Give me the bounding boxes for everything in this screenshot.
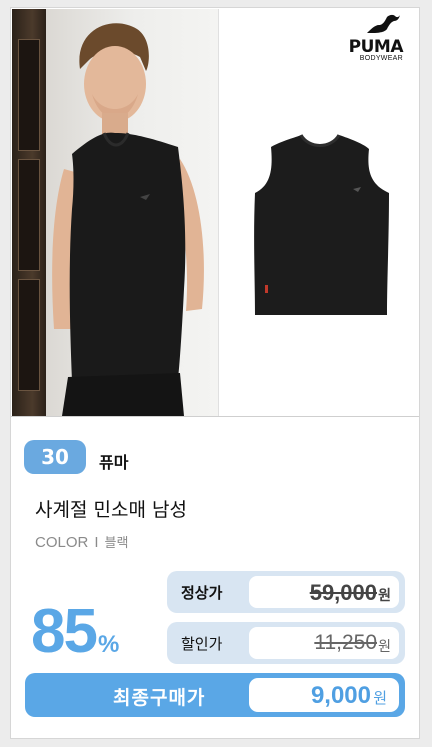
final-price-label: 최종구매가 [113, 687, 206, 709]
regular-price-label: 정상가 [181, 584, 223, 602]
color-info: COLOR I 블랙 [35, 532, 128, 551]
color-label: COLOR [35, 534, 89, 551]
sale-price-amount: 11,250 [314, 631, 377, 654]
regular-price-row: 정상가 59,000 원 [167, 571, 405, 613]
color-value: 블랙 [104, 536, 129, 551]
regular-price-box: 59,000 원 [249, 576, 399, 608]
currency-unit: 원 [378, 639, 391, 655]
sale-price-label: 할인가 [181, 635, 223, 653]
rank-badge: 30 [24, 440, 86, 474]
product-name[interactable]: 사계절 민소매 남성 [35, 495, 187, 522]
discount-number: 85 [31, 597, 98, 666]
final-price-amount: 9,000 [310, 682, 371, 709]
brand-name: 퓨마 [99, 453, 129, 472]
model-photo [12, 9, 218, 416]
currency-unit: 원 [378, 588, 391, 604]
currency-unit: 원 [373, 689, 387, 707]
model-figure [52, 23, 204, 416]
product-card[interactable]: PUMA BODYWEAR 30 퓨마 사계절 민소매 남성 COLOR I 블랙 … [10, 7, 420, 739]
product-photo: PUMA BODYWEAR [219, 9, 419, 416]
final-price-row[interactable]: 최종구매가 9,000 원 [25, 673, 405, 717]
section-divider [11, 416, 419, 417]
sale-price-box: 11,250 원 [249, 627, 399, 659]
final-price-box: 9,000 원 [249, 678, 399, 712]
regular-price-amount: 59,000 [309, 580, 377, 605]
percent-symbol: % [97, 631, 120, 658]
sale-price-row: 할인가 11,250 원 [167, 622, 405, 664]
tank-top-image [254, 134, 389, 315]
color-separator: I [94, 534, 99, 551]
discount-percent: 85% [31, 596, 119, 667]
